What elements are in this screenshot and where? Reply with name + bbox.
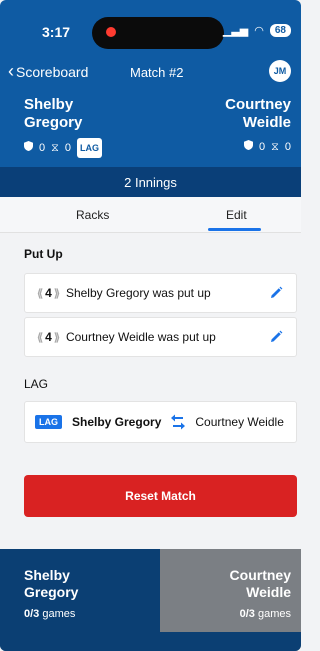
hourglass-icon: ⧖: [271, 141, 279, 153]
list-item: ⟪ 4 ⟫ Shelby Gregory was put up: [25, 274, 296, 312]
nav-bar: ‹ Scoreboard Match #2 JM: [0, 58, 301, 86]
player-right-stat2: 0: [284, 141, 291, 153]
player-right-stats: 0 ⧖ 0: [225, 138, 291, 156]
pencil-icon[interactable]: [268, 285, 284, 301]
lag-card: LAG Shelby Gregory Courtney Weidle: [24, 401, 297, 443]
footer-right-games: 0/3 games: [160, 608, 291, 620]
back-button[interactable]: ‹ Scoreboard: [8, 61, 89, 81]
lag-badge: LAG: [76, 138, 102, 158]
pencil-icon[interactable]: [268, 329, 284, 345]
lag-row: LAG Shelby Gregory Courtney Weidle: [25, 402, 296, 442]
player-left-stat2: 0: [64, 142, 71, 154]
lag-tag: LAG: [35, 415, 62, 429]
tab-edit[interactable]: Edit: [226, 208, 247, 222]
player-left-stat1: 0: [39, 142, 46, 154]
status-bar: 3:17 ▁▃▅ ◠ 68: [0, 14, 301, 49]
put-up-title: Put Up: [24, 247, 63, 261]
footer-left-first: Shelby: [24, 567, 70, 583]
footer-left-unit: games: [42, 608, 76, 620]
active-tab-indicator: [208, 228, 261, 231]
rank-badge: ⟪ 4 ⟫: [37, 286, 60, 300]
swap-icon[interactable]: [169, 414, 187, 430]
footer-left-score: 0/3: [24, 608, 40, 620]
footer-left-last: Gregory: [24, 584, 79, 600]
battery-icon: 68: [269, 24, 291, 37]
put-up-card-1: ⟪ 4 ⟫ Shelby Gregory was put up: [24, 273, 297, 313]
chevron-left-icon: ‹: [8, 61, 14, 81]
player-right-last: Weidle: [242, 114, 291, 131]
rank-value: 4: [45, 286, 52, 300]
tab-racks[interactable]: Racks: [76, 208, 109, 222]
put-up-text: Courtney Weidle was put up: [65, 330, 216, 344]
laurel-left-icon: ⟪: [37, 331, 44, 344]
player-left-first: Shelby: [24, 96, 74, 113]
footer-right-first: Courtney: [229, 567, 291, 583]
laurel-right-icon: ⟫: [53, 331, 60, 344]
laurel-left-icon: ⟪: [37, 287, 44, 300]
page-title: Match #2: [130, 65, 184, 80]
status-icons: ▁▃▅ ◠ 68: [223, 24, 291, 37]
innings-bar: 2 Innings: [0, 167, 301, 197]
rank-value: 4: [45, 330, 52, 344]
footer-right-score: 0/3: [239, 608, 255, 620]
match-header: 3:17 ▁▃▅ ◠ 68 ‹ Scoreboard Match #2 JM S…: [0, 0, 301, 167]
status-time: 3:17: [42, 24, 71, 40]
lag-winner: Shelby Gregory: [72, 415, 162, 429]
footer-right-last: Weidle: [246, 584, 291, 600]
players-header: Shelby Gregory 0 ⧖ 0 LAG Courtney Weidle: [0, 96, 301, 166]
dynamic-island: [92, 17, 224, 49]
player-left-last: Gregory: [24, 114, 83, 131]
put-up-card-2: ⟪ 4 ⟫ Courtney Weidle was put up: [24, 317, 297, 357]
back-label: Scoreboard: [16, 64, 89, 80]
player-right-stat1: 0: [259, 141, 266, 153]
lag-title: LAG: [24, 377, 49, 391]
player-right-first: Courtney: [225, 96, 291, 113]
shield-icon: [244, 138, 254, 156]
player-left-stats: 0 ⧖ 0 LAG: [24, 138, 102, 158]
tab-bar: Racks Edit: [0, 197, 301, 233]
recording-dot-icon: [106, 27, 116, 37]
put-up-text: Shelby Gregory was put up: [65, 286, 211, 300]
wifi-icon: ◠: [254, 25, 264, 37]
lag-other-player: Courtney Weidle: [195, 415, 284, 429]
signal-icon: ▁▃▅: [222, 25, 249, 37]
hourglass-icon: ⧖: [51, 142, 59, 154]
laurel-right-icon: ⟫: [53, 287, 60, 300]
footer-left-games: 0/3 games: [24, 608, 160, 620]
reset-match-button[interactable]: Reset Match: [24, 475, 297, 517]
rank-badge: ⟪ 4 ⟫: [37, 330, 60, 344]
avatar[interactable]: JM: [269, 60, 291, 82]
app-screen: 3:17 ▁▃▅ ◠ 68 ‹ Scoreboard Match #2 JM S…: [0, 0, 301, 651]
shield-icon: [24, 139, 33, 157]
footer-right-unit: games: [257, 608, 291, 620]
list-item: ⟪ 4 ⟫ Courtney Weidle was put up: [25, 318, 296, 356]
footer-strip: [0, 632, 301, 651]
player-left: Shelby Gregory 0 ⧖ 0 LAG: [24, 96, 102, 158]
player-right: Courtney Weidle 0 ⧖ 0: [225, 96, 291, 156]
